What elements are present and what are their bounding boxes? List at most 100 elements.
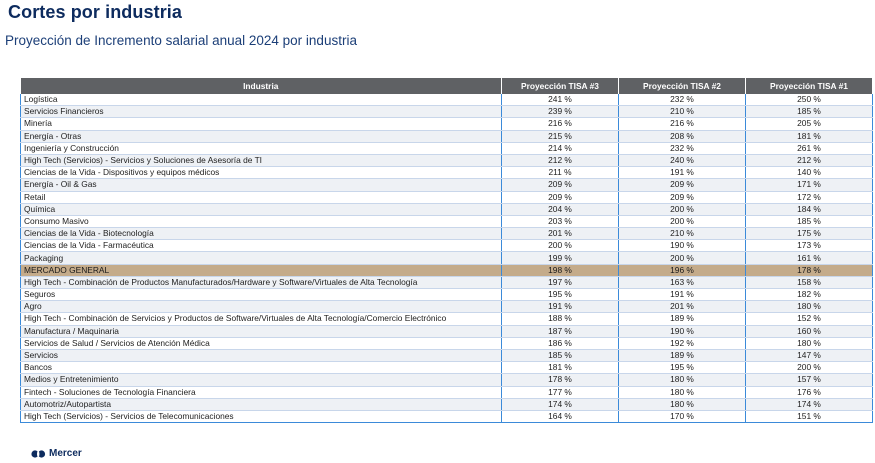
tisa-3-cell: 199 % (501, 251, 619, 265)
tisa-2-cell: 209 % (618, 191, 746, 204)
tisa-2-cell: 200 % (618, 203, 746, 216)
tisa-3-cell: 200 % (501, 239, 619, 253)
tisa-1-cell: 200 % (745, 361, 873, 375)
tisa-2-cell: 190 % (618, 325, 746, 338)
tisa-2-cell: 200 % (618, 215, 746, 229)
tisa-2-cell: 216 % (618, 117, 746, 131)
report-page: Cortes por industria Proyección de Incre… (0, 0, 875, 463)
tisa-3-cell: 216 % (501, 117, 619, 131)
industry-cell: Medios y Entretenimiento (20, 373, 502, 387)
mercer-logo: Mercer (31, 448, 82, 459)
tisa-2-cell: 240 % (618, 154, 746, 168)
industry-cell: Retail (20, 191, 502, 204)
tisa-2-cell: 200 % (618, 251, 746, 265)
industry-cell: Ciencias de la Vida - Dispositivos y equ… (20, 166, 502, 180)
tisa-1-cell: 152 % (745, 312, 873, 326)
tisa-3-cell: 177 % (501, 386, 619, 399)
industry-cell: Servicios Financieros (20, 105, 502, 119)
industry-cell: Ingeniería y Construcción (20, 142, 502, 155)
tisa-3-cell: 214 % (501, 142, 619, 155)
tisa-1-cell: 158 % (745, 276, 873, 290)
industry-cell: High Tech - Combinación de Servicios y P… (20, 312, 502, 326)
industry-salary-table: Industria Proyección TISA #3 Proyección … (20, 78, 873, 424)
tisa-1-cell: 212 % (745, 154, 873, 168)
tisa-3-cell: 186 % (501, 337, 619, 350)
industry-cell: Servicios de Salud / Servicios de Atenci… (20, 337, 502, 350)
tisa-3-cell: 178 % (501, 373, 619, 387)
industry-cell: Energía - Otras (20, 130, 502, 143)
column-header-industria: Industria (20, 78, 502, 94)
tisa-2-cell: 195 % (618, 361, 746, 375)
table-row: Consumo Masivo 203 % 200 % 185 % (20, 215, 873, 229)
tisa-3-cell: 201 % (501, 227, 619, 241)
tisa-1-cell: 205 % (745, 117, 873, 131)
tisa-3-cell: 197 % (501, 276, 619, 290)
table-row: Bancos 181 % 195 % 200 % (20, 361, 873, 375)
table-row: High Tech - Combinación de Productos Man… (20, 276, 873, 290)
tisa-1-cell: 185 % (745, 105, 873, 119)
tisa-1-cell: 176 % (745, 386, 873, 399)
tisa-1-cell: 250 % (745, 94, 873, 107)
table-row: Manufactura / Maquinaria 187 % 190 % 160 % (20, 325, 873, 338)
table-row: Energía - Oil & Gas 209 % 209 % 171 % (20, 178, 873, 192)
tisa-3-cell: 195 % (501, 288, 619, 302)
industry-cell: High Tech (Servicios) - Servicios y Solu… (20, 154, 502, 168)
table-header: Industria Proyección TISA #3 Proyección … (20, 78, 873, 94)
table-row: Agro 191 % 201 % 180 % (20, 300, 873, 314)
tisa-2-cell: 191 % (618, 166, 746, 180)
table-row: High Tech - Combinación de Servicios y P… (20, 312, 873, 326)
table-row-highlight: MERCADO GENERAL 198 % 196 % 178 % (20, 264, 873, 277)
tisa-1-cell: 160 % (745, 325, 873, 338)
table-row: Química 204 % 200 % 184 % (20, 203, 873, 216)
tisa-3-cell: 174 % (501, 398, 619, 411)
tisa-1-cell: 261 % (745, 142, 873, 155)
column-header-tisa-3: Proyección TISA #3 (501, 78, 619, 94)
tisa-2-cell: 180 % (618, 386, 746, 399)
tisa-1-cell: 173 % (745, 239, 873, 253)
tisa-1-cell: 140 % (745, 166, 873, 180)
tisa-2-cell: 163 % (618, 276, 746, 290)
table-row: Packaging 199 % 200 % 161 % (20, 251, 873, 265)
tisa-3-cell: 164 % (501, 410, 619, 424)
table-row: Energía - Otras 215 % 208 % 181 % (20, 130, 873, 143)
industry-cell: Automotriz/Autopartista (20, 398, 502, 411)
tisa-1-cell: 185 % (745, 215, 873, 229)
tisa-2-cell: 180 % (618, 373, 746, 387)
page-subtitle: Proyección de Incremento salarial anual … (5, 33, 357, 48)
tisa-3-cell: 198 % (501, 264, 619, 277)
industry-cell: Agro (20, 300, 502, 314)
tisa-1-cell: 157 % (745, 373, 873, 387)
tisa-3-cell: 215 % (501, 130, 619, 143)
tisa-2-cell: 170 % (618, 410, 746, 424)
tisa-3-cell: 181 % (501, 361, 619, 375)
tisa-2-cell: 190 % (618, 239, 746, 253)
tisa-2-cell: 196 % (618, 264, 746, 277)
tisa-2-cell: 232 % (618, 94, 746, 107)
tisa-1-cell: 184 % (745, 203, 873, 216)
table-row: Ciencias de la Vida - Biotecnología 201 %… (20, 227, 873, 241)
tisa-2-cell: 232 % (618, 142, 746, 155)
tisa-3-cell: 239 % (501, 105, 619, 119)
tisa-2-cell: 210 % (618, 105, 746, 119)
tisa-1-cell: 182 % (745, 288, 873, 302)
tisa-3-cell: 204 % (501, 203, 619, 216)
table-row: High Tech (Servicios) - Servicios de Tel… (20, 410, 873, 424)
table-row: High Tech (Servicios) - Servicios y Solu… (20, 154, 873, 168)
table-row: Retail 209 % 209 % 172 % (20, 191, 873, 204)
industry-cell: Ciencias de la Vida - Farmacéutica (20, 239, 502, 253)
tisa-2-cell: 192 % (618, 337, 746, 350)
tisa-2-cell: 189 % (618, 349, 746, 363)
industry-cell: Seguros (20, 288, 502, 302)
tisa-3-cell: 191 % (501, 300, 619, 314)
tisa-3-cell: 209 % (501, 191, 619, 204)
tisa-2-cell: 180 % (618, 398, 746, 411)
industry-cell: High Tech (Servicios) - Servicios de Tel… (20, 410, 502, 424)
tisa-3-cell: 188 % (501, 312, 619, 326)
table-row: Ingeniería y Construcción 214 % 232 % 261 % (20, 142, 873, 155)
table-row: Servicios Financieros 239 % 210 % 185 % (20, 105, 873, 119)
table-body: Logística 241 % 232 % 250 % Servicios Financ… (20, 94, 873, 424)
table-row: Fintech - Soluciones de Tecnología Finan… (20, 386, 873, 399)
industry-table-container: Industria Proyección TISA #3 Proyección … (20, 78, 873, 424)
tisa-1-cell: 171 % (745, 178, 873, 192)
tisa-2-cell: 208 % (618, 130, 746, 143)
